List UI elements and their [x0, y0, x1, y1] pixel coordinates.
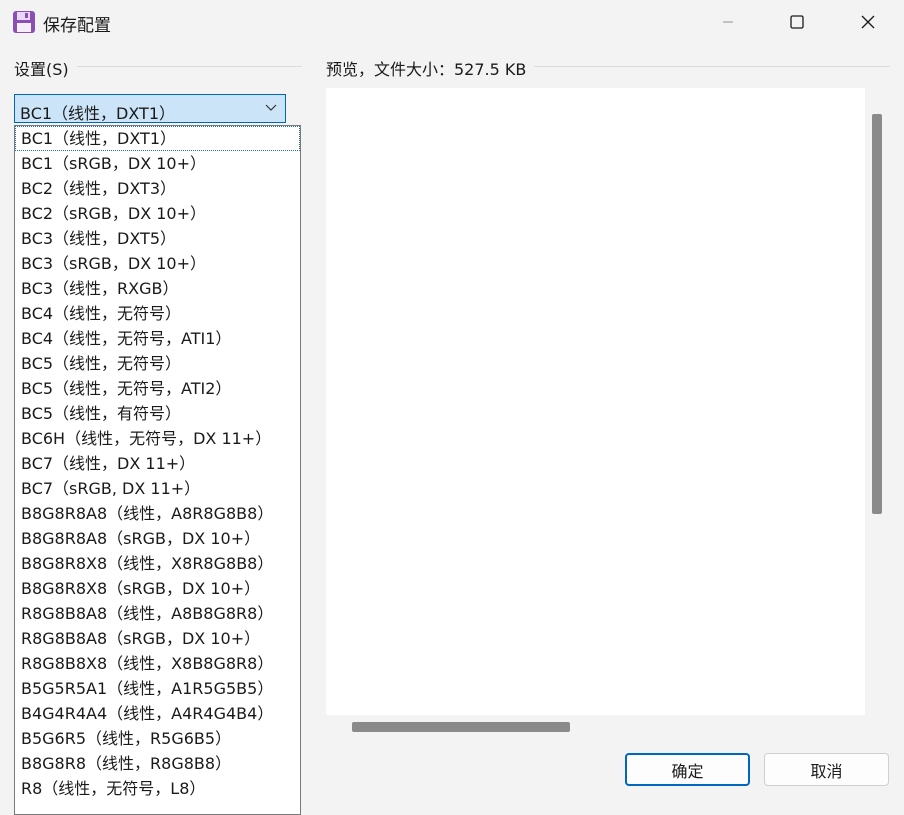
dropdown-option[interactable]: BC3（线性，DXT5） — [15, 226, 300, 251]
floppy-disk-icon — [12, 10, 36, 34]
minimize-icon — [723, 21, 733, 23]
maximize-icon — [790, 15, 804, 29]
dropdown-option[interactable]: R8G8B8A8（sRGB，DX 10+） — [15, 626, 300, 651]
dropdown-option[interactable]: BC4（线性，无符号，ATI1） — [15, 326, 300, 351]
dropdown-option[interactable]: B8G8R8A8（sRGB，DX 10+） — [15, 526, 300, 551]
dropdown-option[interactable]: R8（线性，无符号，L8） — [15, 776, 300, 801]
title-bar: 保存配置 — [0, 0, 904, 44]
settings-group-label: 设置(S) — [14, 56, 77, 80]
settings-combobox-value: BC1（线性，DXT1） — [20, 104, 176, 123]
settings-dropdown-list[interactable]: BC1（线性，DXT1） BC1（sRGB，DX 10+） BC2（线性，DXT3）… — [14, 125, 301, 815]
dropdown-option[interactable]: BC6H（线性，无符号，DX 11+） — [15, 426, 300, 451]
settings-combobox[interactable]: BC1（线性，DXT1） — [14, 94, 286, 123]
dropdown-option[interactable]: BC7（sRGB, DX 11+） — [15, 476, 300, 501]
dropdown-option[interactable]: B8G8R8X8（线性，X8R8G8B8） — [15, 551, 300, 576]
dropdown-option[interactable]: R8G8B8A8（线性，A8B8G8R8） — [15, 601, 300, 626]
close-button[interactable] — [845, 0, 891, 44]
dropdown-option[interactable]: BC3（sRGB，DX 10+） — [15, 251, 300, 276]
dropdown-option[interactable]: B4G4R4A4（线性，A4R4G4B4） — [15, 701, 300, 726]
dropdown-option[interactable]: BC2（线性，DXT3） — [15, 176, 300, 201]
preview-group-label: 预览，文件大小：527.5 KB — [326, 56, 535, 80]
cancel-button[interactable]: 取消 — [764, 753, 889, 786]
dropdown-option[interactable]: BC5（线性，无符号） — [15, 351, 300, 376]
minimize-button[interactable] — [705, 0, 751, 44]
dropdown-option[interactable]: B5G6R5（线性，R5G6B5） — [15, 726, 300, 751]
window-title: 保存配置 — [43, 16, 111, 36]
dropdown-option[interactable]: R8G8B8X8（线性，X8B8G8R8） — [15, 651, 300, 676]
dropdown-option[interactable]: B8G8R8A8（线性，A8R8G8B8） — [15, 501, 300, 526]
close-icon — [861, 15, 875, 29]
dropdown-option[interactable]: B5G5R5A1（线性，A1R5G5B5） — [15, 676, 300, 701]
dropdown-option[interactable]: BC3（线性，RXGB） — [15, 276, 300, 301]
dropdown-option[interactable]: BC4（线性，无符号） — [15, 301, 300, 326]
dropdown-option[interactable]: BC5（线性，有符号） — [15, 401, 300, 426]
vertical-scrollbar-thumb[interactable] — [872, 114, 882, 514]
horizontal-scrollbar-thumb[interactable] — [352, 722, 570, 732]
ok-button[interactable]: 确定 — [625, 753, 750, 786]
preview-canvas — [326, 88, 865, 715]
dropdown-option[interactable]: BC2（sRGB，DX 10+） — [15, 201, 300, 226]
dropdown-option[interactable]: BC1（sRGB，DX 10+） — [15, 151, 300, 176]
dropdown-option[interactable]: B8G8R8（线性，R8G8B8） — [15, 751, 300, 776]
dropdown-option[interactable]: BC5（线性，无符号，ATI2） — [15, 376, 300, 401]
dropdown-option[interactable]: BC1（线性，DXT1） — [15, 126, 300, 151]
dropdown-option[interactable]: BC7（线性，DX 11+） — [15, 451, 300, 476]
dropdown-option[interactable]: B8G8R8X8（sRGB，DX 10+） — [15, 576, 300, 601]
chevron-down-icon — [265, 104, 277, 111]
maximize-button[interactable] — [774, 0, 820, 44]
